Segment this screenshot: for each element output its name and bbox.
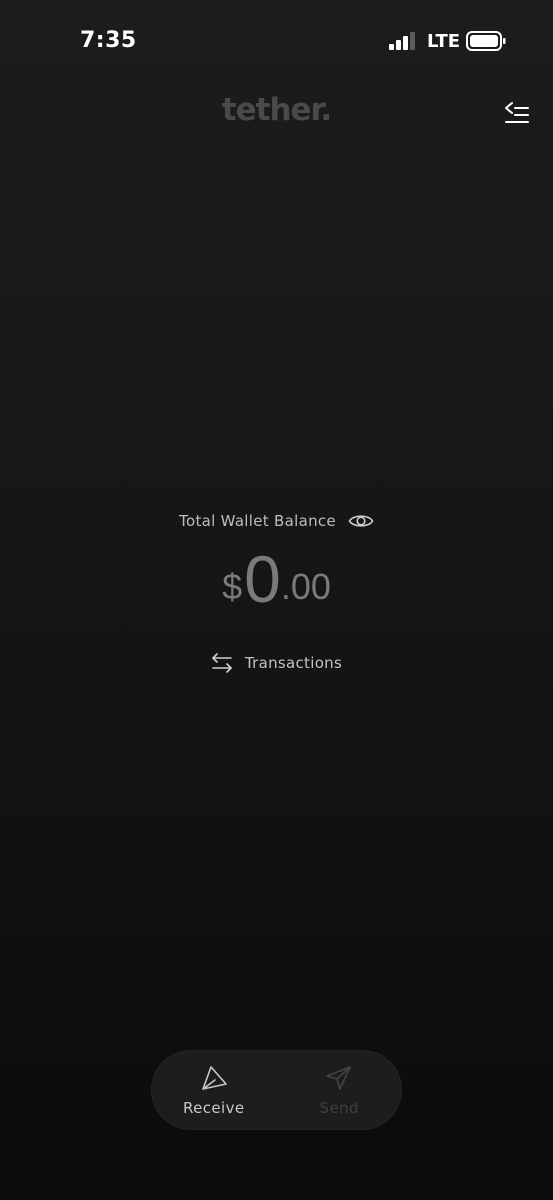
receive-label: Receive [182, 1099, 245, 1117]
balance-amount: $ 0 .00 [0, 542, 553, 612]
balance-fraction: .00 [280, 566, 331, 607]
swap-arrows-icon [212, 653, 232, 673]
brand-name: tether [221, 92, 322, 128]
brand-logo: tether. [0, 92, 553, 128]
signal-bars-icon [389, 32, 415, 50]
status-bar: 7:35 LTE [0, 0, 553, 84]
balance-label: Total Wallet Balance [179, 512, 336, 530]
eye-icon[interactable] [348, 511, 374, 531]
brand-dot: . [320, 92, 332, 128]
balance-section: Total Wallet Balance $ 0 .00 [0, 508, 553, 612]
balance-label-row: Total Wallet Balance [0, 508, 553, 534]
menu-collapse-icon[interactable] [500, 100, 534, 126]
send-button[interactable]: Send [277, 1050, 403, 1130]
receive-button[interactable]: Receive [151, 1050, 277, 1130]
battery-icon [466, 31, 506, 51]
transactions-label: Transactions [244, 654, 343, 672]
action-bar: Receive Send [151, 1050, 402, 1130]
balance-whole: 0 [244, 542, 281, 616]
balance-currency: $ [222, 566, 243, 607]
status-time: 7:35 [80, 28, 137, 53]
network-label: LTE [427, 31, 461, 52]
transactions-link[interactable]: Transactions [0, 652, 553, 674]
send-label: Send [319, 1099, 359, 1117]
send-icon [326, 1066, 352, 1090]
receive-icon [201, 1066, 227, 1090]
